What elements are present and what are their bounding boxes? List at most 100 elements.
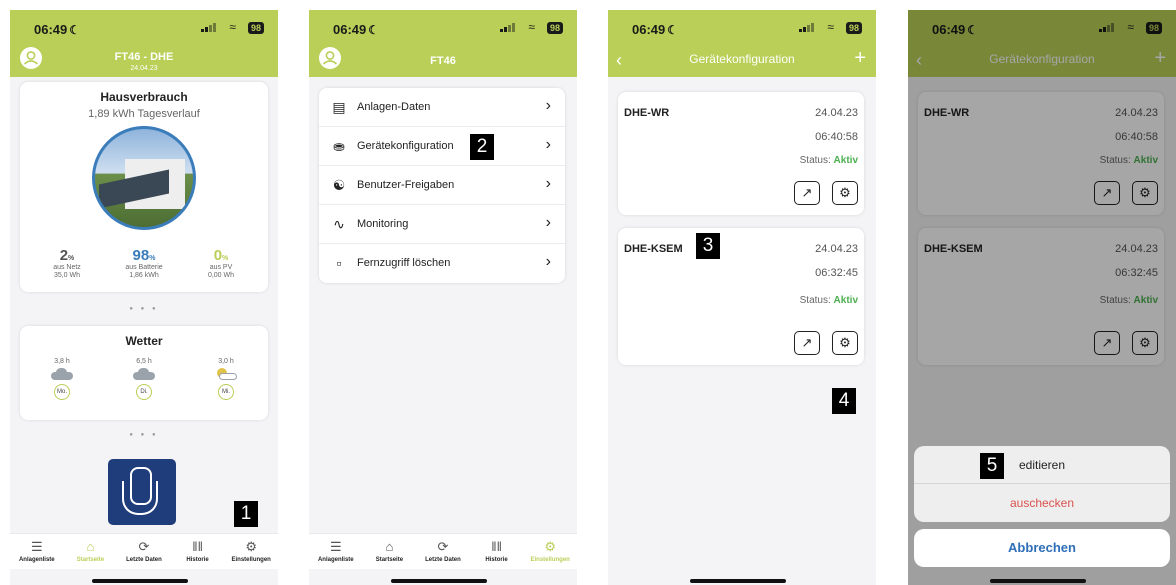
consumption-card[interactable]: Hausverbrauch 1,89 kWh Tagesverlauf 2% a…: [20, 82, 268, 292]
device-name: DHE-WR: [624, 107, 670, 119]
tab-letzte-daten[interactable]: ⟳ Letzte Daten: [117, 534, 170, 569]
wifi-icon: ≈: [528, 20, 535, 34]
device-card-wr[interactable]: DHE-WR 24.04.23 06:40:58 Status: Aktiv ↗…: [618, 92, 864, 215]
weather-card[interactable]: Wetter 3,8 h Mo. 6,5 h Di. 3,0 h Mi.: [20, 326, 268, 420]
list-icon: ☰: [30, 539, 43, 554]
device-time: 06:32:45: [815, 267, 858, 279]
trash-icon: ▫: [336, 255, 342, 271]
home-indicator: [990, 579, 1086, 583]
tab-startseite[interactable]: ⌂ Startseite: [64, 534, 117, 569]
tab-einstellungen[interactable]: ⚙ Einstellungen: [524, 534, 577, 569]
device-date: 24.04.23: [815, 107, 858, 119]
device-status: Status: Aktiv: [799, 295, 858, 306]
edit-action[interactable]: editieren: [914, 446, 1170, 484]
rain-cloud-icon: [51, 368, 73, 380]
weather-day: 3,8 h Mo.: [32, 358, 92, 400]
nav-row: FT46: [309, 46, 577, 72]
menu-item-monitoring[interactable]: ∿ Monitoring ›: [319, 205, 565, 244]
server-icon: ▤: [332, 99, 346, 115]
consumption-subtitle: 1,89 kWh Tagesverlauf: [88, 108, 200, 120]
device-date: 24.04.23: [815, 243, 858, 255]
stat-battery: 98% aus Batterie 1,86 kWh: [109, 247, 179, 280]
battery-icon: 98: [546, 22, 563, 34]
weather-title: Wetter: [125, 334, 163, 348]
home-indicator: [92, 579, 188, 583]
device-name: DHE-KSEM: [624, 243, 683, 255]
chevron-right-icon: ›: [545, 136, 551, 153]
weather-day: 6,5 h Di.: [114, 358, 174, 400]
tab-historie[interactable]: ‖‖ Historie: [171, 534, 224, 569]
moon-icon: ☾: [368, 23, 380, 37]
status-bar: 06:49 ☾ ≈ 98: [10, 10, 278, 40]
gear-icon: ⚙: [544, 539, 556, 554]
tab-einstellungen[interactable]: ⚙ Einstellungen: [225, 534, 278, 569]
phone-home-screen: 06:49 ☾ ≈ 98 FT46 - DHE 24.04.23 Hausverb…: [10, 10, 278, 585]
page-title: Gerätekonfiguration: [689, 52, 795, 66]
action-sheet: editieren auschecken: [914, 446, 1170, 522]
status-time: 06:49: [632, 22, 666, 37]
gear-icon: ⚙: [245, 539, 257, 554]
rain-cloud-icon: [133, 368, 155, 380]
gear-icon: ⚙: [839, 335, 851, 350]
chevron-right-icon: ›: [545, 175, 551, 192]
tab-historie[interactable]: ‖‖ Historie: [470, 534, 523, 569]
house-photo: [92, 126, 196, 230]
phone-settings-screen: 06:49 ☾ ≈ 98 FT46 ▤ Anlagen-Daten › ⛂ Ger…: [309, 10, 577, 585]
pulse-icon: ∿: [333, 216, 345, 232]
stat-label: aus Batterie: [125, 264, 163, 271]
stat-sub: 35,0 Wh: [53, 272, 81, 279]
tab-letzte-daten[interactable]: ⟳ Letzte Daten: [416, 534, 469, 569]
gear-icon: ⚙: [839, 185, 851, 200]
checkout-action[interactable]: auschecken: [914, 484, 1170, 522]
stat-value: 2: [59, 247, 69, 264]
signal-icon: [201, 23, 216, 32]
tab-anlagenliste[interactable]: ☰ Anlagenliste: [10, 534, 63, 569]
refresh-icon: ⟳: [437, 539, 449, 554]
add-icon[interactable]: +: [854, 47, 866, 70]
external-link-icon: ↗: [801, 185, 813, 200]
refresh-icon: ⟳: [138, 539, 150, 554]
stat-pv: 0% aus PV 0,00 Wh: [186, 247, 256, 280]
device-time: 06:40:58: [815, 131, 858, 143]
menu-item-geraetekonfiguration[interactable]: ⛂ Gerätekonfiguration ›: [319, 127, 565, 166]
wifi-icon: ≈: [229, 20, 236, 34]
stat-sub: 0,00 Wh: [207, 272, 235, 279]
consumption-title: Hausverbrauch: [100, 90, 188, 104]
status-bar: 06:49 ☾ ≈ 98: [608, 10, 876, 40]
bar-chart-icon: ‖‖: [491, 539, 502, 554]
step-badge-4: 4: [832, 388, 856, 414]
wallbox-image[interactable]: [108, 459, 176, 525]
tab-bar: ☰ Anlagenliste ⌂ Startseite ⟳ Letzte Daten …: [309, 533, 577, 569]
add-user-icon: ☯: [332, 177, 346, 193]
status-time: 06:49: [333, 22, 367, 37]
chevron-right-icon: ›: [545, 214, 551, 231]
tab-startseite[interactable]: ⌂ Startseite: [363, 534, 416, 569]
menu-item-fernzugriff-loeschen[interactable]: ▫ Fernzugriff löschen ›: [319, 244, 565, 283]
home-icon: ⌂: [385, 539, 394, 554]
nav-row: FT46 - DHE 24.04.23: [10, 46, 278, 72]
cancel-button[interactable]: Abbrechen: [914, 529, 1170, 567]
status-bar: 06:49 ☾ ≈ 98: [309, 10, 577, 40]
menu-item-benutzer-freigaben[interactable]: ☯ Benutzer-Freigaben ›: [319, 166, 565, 205]
page-date: 24.04.23: [130, 65, 158, 72]
open-external-button[interactable]: ↗: [794, 181, 820, 205]
page-dots: ● ● ●: [129, 432, 159, 438]
home-indicator: [690, 579, 786, 583]
menu-item-anlagen-daten[interactable]: ▤ Anlagen-Daten ›: [319, 88, 565, 127]
settings-button[interactable]: ⚙: [832, 181, 858, 205]
settings-menu: ▤ Anlagen-Daten › ⛂ Gerätekonfiguration …: [319, 88, 565, 283]
page-title: FT46: [430, 55, 456, 67]
stat-sub: 1,86 kWh: [129, 272, 159, 279]
device-card-ksem[interactable]: DHE-KSEM 24.04.23 06:32:45 Status: Aktiv…: [618, 228, 864, 365]
sun-cloud-icon: [215, 368, 237, 380]
tab-anlagenliste[interactable]: ☰ Anlagenliste: [309, 534, 362, 569]
step-badge-2: 2: [470, 134, 494, 160]
stat-grid: 2% aus Netz 35,0 Wh: [32, 247, 102, 280]
phone-device-config-screen: 06:49 ☾ ≈ 98 ‹ Gerätekonfiguration + DHE-…: [608, 10, 876, 585]
settings-button[interactable]: ⚙: [832, 331, 858, 355]
signal-icon: [500, 23, 515, 32]
stat-label: aus PV: [209, 264, 233, 271]
bar-chart-icon: ‖‖: [192, 539, 203, 554]
open-external-button[interactable]: ↗: [794, 331, 820, 355]
stat-value: 98: [132, 247, 150, 264]
